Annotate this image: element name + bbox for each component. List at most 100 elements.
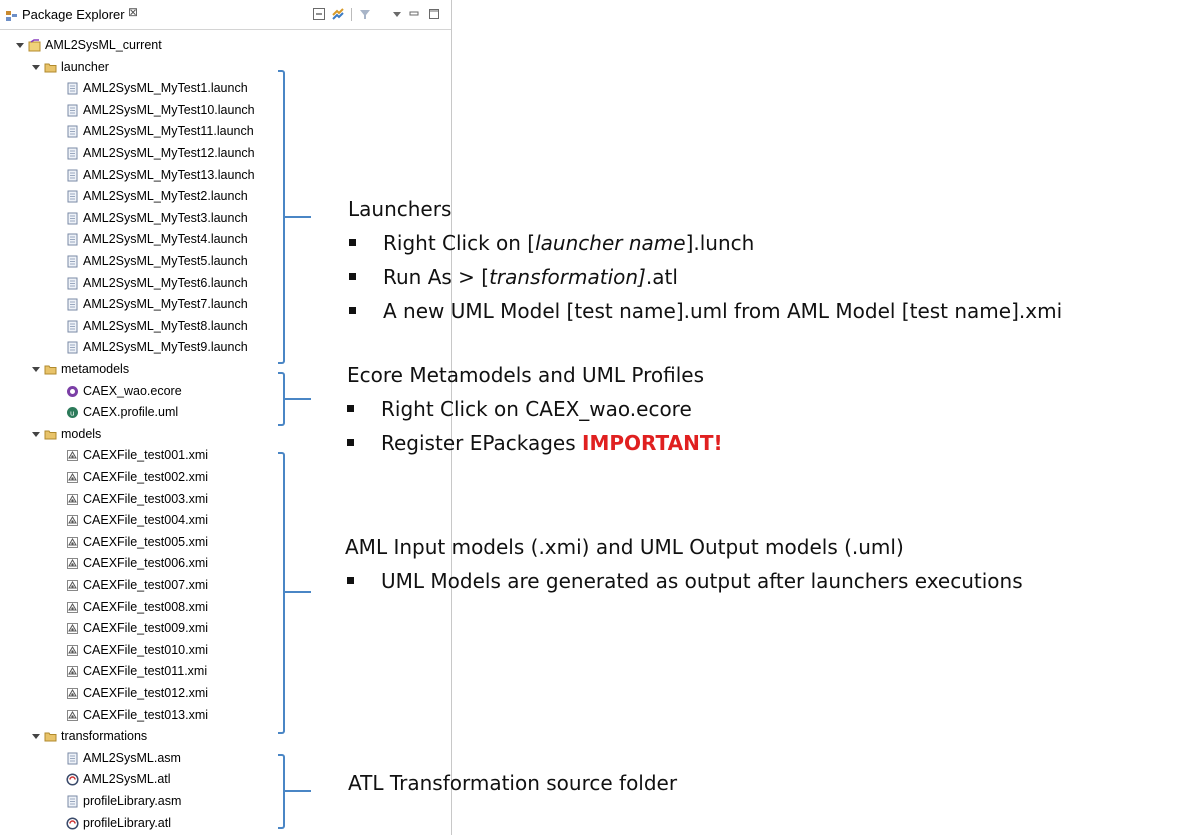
tree-file-item[interactable]: AML2SysML_MyTest1.launch [0,78,440,99]
launch-file-icon [67,752,78,765]
xmi-file-icon [67,709,78,721]
maximize-icon[interactable] [427,7,441,21]
xmi-file-icon [67,558,78,570]
tree-item-label: AML2SysML_MyTest9.launch [83,340,248,355]
tree-file-item[interactable]: CAEXFile_test001.xmi [0,445,440,466]
folder-icon [44,430,57,440]
tree-file-item[interactable]: CAEXFile_test011.xmi [0,661,440,682]
atl-file-icon [66,817,79,830]
tree-file-item[interactable]: CAEXFile_test010.xmi [0,640,440,661]
tree-item-label: AML2SysML_MyTest12.launch [83,146,255,160]
expand-arrow-icon[interactable] [32,734,40,740]
tree-item-label: CAEXFile_test010.xmi [83,642,209,657]
tree-file-item[interactable]: AML2SysML_MyTest4.launch [0,229,440,250]
metamodels-heading: Ecore Metamodels and UML Profiles [347,363,705,387]
tree-item-label: AML2SysML_MyTest6.launch [83,275,248,290]
tree-item-label: AML2SysML_MyTest1.launch [83,81,248,96]
xmi-file-icon [67,688,78,699]
filters-icon[interactable] [358,7,372,21]
tree-file-item[interactable]: AML2SysML_MyTest6.launch [0,273,440,294]
tree-file-item[interactable]: CAEXFile_test013.xmi [0,705,440,726]
tree-file-item[interactable]: CAEXFile_test009.xmi [0,618,440,639]
tree-item-label: CAEXFile_test003.xmi [83,491,209,506]
tree-item-label: transformations [61,729,148,744]
expand-arrow-icon[interactable] [32,367,40,372]
tree-item-label: AML2SysML_MyTest8.launch [83,318,248,333]
ecore-file-icon [67,385,78,397]
tree-item-label: CAEX_wao.ecore [83,383,182,398]
uml-file-icon: u [67,407,78,419]
launch-file-icon [67,795,78,808]
xmi-file-icon [67,472,78,483]
tree-item-label: AML2SysML_MyTest7.launch [83,297,248,312]
tree-file-item[interactable]: CAEXFile_test003.xmi [0,489,440,510]
xmi-file-icon [67,623,78,635]
tree-file-item[interactable]: AML2SysML_MyTest10.launch [0,100,440,121]
xmi-file-icon [67,493,78,505]
tree-item-label: CAEXFile_test011.xmi [83,664,208,679]
expand-arrow-icon[interactable] [16,43,24,48]
metamodels-bullet-1: Right Click on CAEX_wao.ecore [347,397,692,421]
metamodels-bracket [278,372,285,426]
xmi-file-icon [67,644,78,656]
tree-item-label: CAEXFile_test004.xmi [83,513,209,528]
tree-file-item[interactable]: AML2SysML_MyTest12.launch [0,143,440,164]
tree-item-label: AML2SysML_MyTest11.launch [83,124,254,139]
tree-file-item[interactable]: AML2SysML.asm [0,748,440,769]
launchers-bullet-3: A new UML Model [test name].uml from AML… [348,299,1063,323]
metamodels-bracket-tick [285,398,311,400]
tree-file-item[interactable]: AML2SysML_MyTest5.launch [0,251,440,272]
tree-item-label: CAEXFile_test008.xmi [83,599,209,614]
tree-file-item[interactable]: CAEXFile_test002.xmi [0,467,440,488]
folder-icon [44,63,57,73]
atl-file-icon [66,773,79,786]
launchers-bullet-1: Right Click on [launcher name].lunch [348,231,755,255]
tree-file-item[interactable]: CAEXFile_test004.xmi [0,510,440,531]
xmi-file-icon [67,666,78,678]
tree-file-item[interactable]: AML2SysML_MyTest13.launch [0,165,440,186]
tree-item-label: AML2SysML_MyTest13.launch [83,167,255,182]
tree-item-label: profileLibrary.atl [83,815,172,830]
xmi-file-icon [67,515,78,527]
expand-arrow-icon[interactable] [32,64,40,70]
close-icon[interactable]: ⊠ [128,5,138,19]
tree-file-item[interactable]: profileLibrary.atl [0,813,440,834]
launch-file-icon [67,104,78,117]
tree-item-label: profileLibrary.asm [83,794,182,808]
tree-folder-transformations[interactable]: transformations [0,726,440,747]
tree-folder-models[interactable]: models [0,424,440,445]
view-menu-icon[interactable] [390,7,404,21]
xmi-file-icon [67,536,78,548]
models-bracket-tick [285,591,311,593]
view-tab[interactable]: Package Explorer ⊠ [0,0,451,30]
launch-file-icon [67,277,78,290]
tree-file-item[interactable]: AML2SysML_MyTest7.launch [0,294,440,315]
minimize-icon[interactable] [407,7,421,21]
tree-item-label: AML2SysML.asm [83,750,181,765]
tree-file-item[interactable]: CAEXFile_test012.xmi [0,683,440,704]
tree-folder-launcher[interactable]: launcher [0,57,440,78]
tree-file-item[interactable]: CAEXFile_test008.xmi [0,597,440,618]
launch-file-icon [67,320,78,333]
tree-item-label: AML2SysML_MyTest5.launch [83,254,248,268]
tree-item-label: models [61,426,102,441]
tree-project-node[interactable]: AML2SysML_current [0,35,440,56]
tree-file-item[interactable]: AML2SysML_MyTest11.launch [0,121,440,142]
expand-arrow-icon[interactable] [32,431,40,437]
transformations-bracket-tick [285,790,311,792]
tree-file-item[interactable]: AML2SysML_MyTest8.launch [0,316,440,337]
transformations-bracket [278,754,285,829]
launcher-bracket [278,70,285,364]
tree-file-item[interactable]: u CAEX.profile.uml [0,402,440,423]
collapse-all-icon[interactable] [312,7,326,21]
launch-file-icon [67,341,78,354]
launcher-bracket-tick [285,216,311,218]
launch-file-icon [67,147,78,160]
tree-file-item[interactable]: AML2SysML_MyTest9.launch [0,337,440,358]
link-with-editor-icon[interactable] [331,7,345,21]
tree-file-item[interactable]: CAEXFile_test007.xmi [0,575,440,596]
project-icon [28,39,41,52]
toolbar-separator [351,8,352,21]
tree-item-label: CAEXFile_test009.xmi [83,621,209,636]
tree-item-label: CAEXFile_test013.xmi [83,707,209,722]
